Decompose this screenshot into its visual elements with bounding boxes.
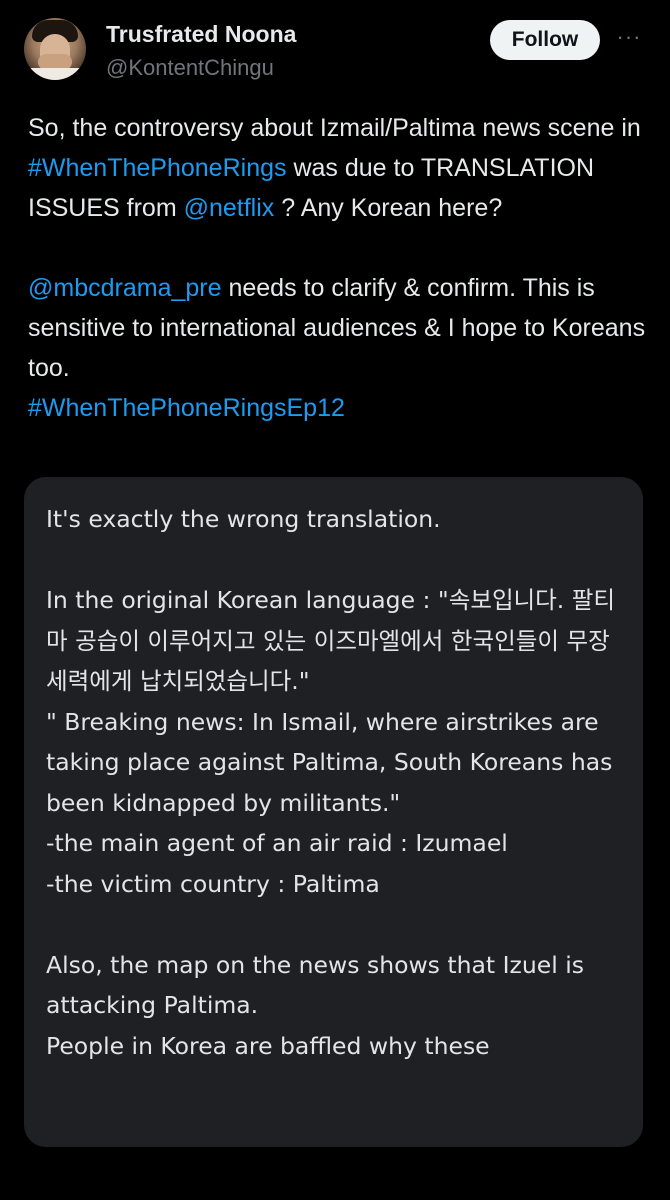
screenshot-line: -the victim country : Paltima xyxy=(46,869,380,898)
tweet-paragraph-1: So, the controversy about Izmail/Paltima… xyxy=(28,108,650,228)
avatar[interactable] xyxy=(24,18,86,80)
more-options-icon[interactable]: ··· xyxy=(614,22,644,52)
screenshot-line: " Breaking news: In Ismail, where airstr… xyxy=(46,707,613,817)
tweet-paragraph-2: @mbcdrama_pre needs to clarify & confirm… xyxy=(28,268,650,388)
hashtag-link[interactable]: #WhenThePhoneRingsEp12 xyxy=(28,394,345,422)
hashtag-link[interactable]: #WhenThePhoneRings xyxy=(28,154,287,182)
mention-link[interactable]: @netflix xyxy=(184,194,275,222)
screenshot-line: -the main agent of an air raid : Izumael xyxy=(46,829,508,857)
tweet-text-segment: So, the controversy about Izmail/Paltima… xyxy=(28,114,641,142)
user-handle[interactable]: @KontentChingu xyxy=(106,55,274,81)
tweet: Trusfrated Noona @KontentChingu Follow ·… xyxy=(0,0,670,1200)
display-name[interactable]: Trusfrated Noona xyxy=(106,21,296,48)
follow-button[interactable]: Follow xyxy=(490,20,600,60)
screenshot-line: It's exactly the wrong translation. xyxy=(46,505,441,533)
screenshot-line: In the original Korean language : "속보입니다… xyxy=(46,586,615,695)
mention-link[interactable]: @mbcdrama_pre xyxy=(28,274,222,302)
screenshot-text: It's exactly the wrong translation. In t… xyxy=(46,499,626,1066)
tweet-text-segment: ? Any Korean here? xyxy=(274,194,503,222)
screenshot-line: Also, the map on the news shows that Izu… xyxy=(46,950,584,1020)
tweet-header: Trusfrated Noona @KontentChingu Follow ·… xyxy=(24,18,646,88)
avatar-shirt xyxy=(24,68,86,80)
attached-screenshot[interactable]: It's exactly the wrong translation. In t… xyxy=(24,477,643,1147)
tweet-text: So, the controversy about Izmail/Paltima… xyxy=(28,108,650,428)
screenshot-line: People in Korea are baffled why these xyxy=(46,1031,490,1060)
tweet-paragraph-3: #WhenThePhoneRingsEp12 xyxy=(28,388,650,428)
